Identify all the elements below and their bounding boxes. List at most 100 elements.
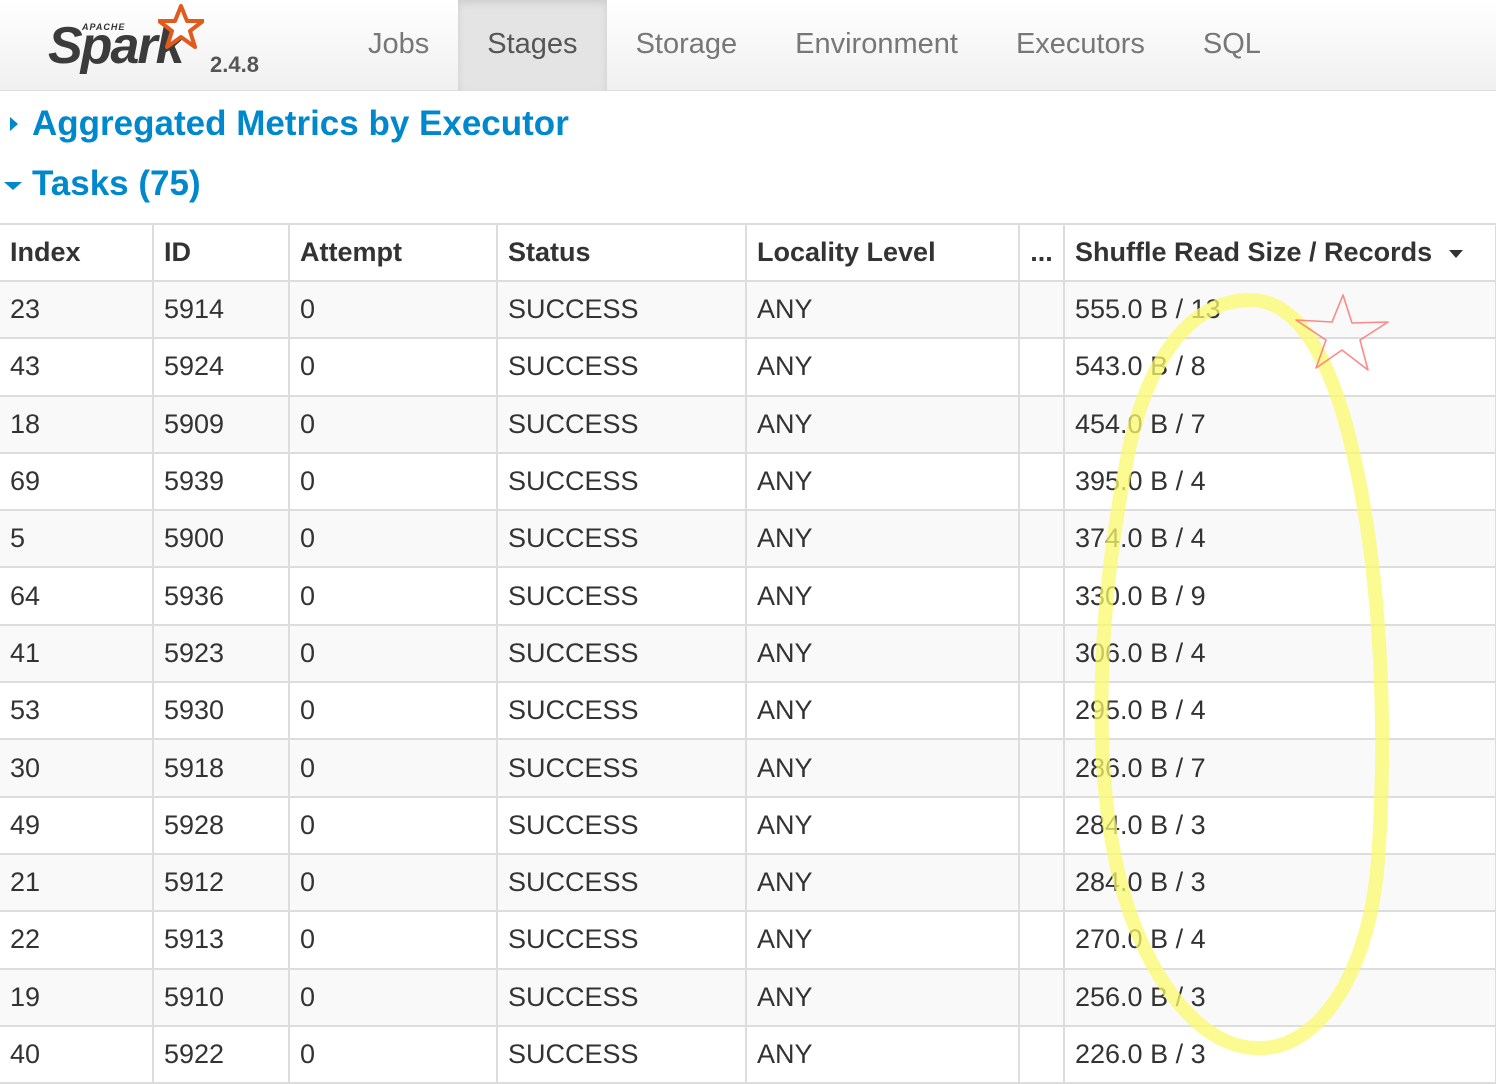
cell-attempt: 0 (289, 911, 498, 970)
cell-status: SUCCESS (497, 968, 747, 1027)
cell-index: 23 (0, 281, 154, 340)
cell-shuffle-read: 555.0 B / 13 (1064, 281, 1496, 340)
cell-status: SUCCESS (497, 395, 747, 454)
table-row: 40 5922 0 SUCCESS ANY 226.0 B / 3 (0, 1025, 1496, 1084)
cell-attempt: 0 (289, 1025, 498, 1084)
cell-attempt: 0 (289, 510, 498, 569)
table-row: 49 5928 0 SUCCESS ANY 284.0 B / 3 (0, 796, 1496, 855)
table-row: 64 5936 0 SUCCESS ANY 330.0 B / 9 (0, 567, 1496, 626)
cell-index: 69 (0, 452, 154, 512)
aggregated-metrics-toggle[interactable]: Aggregated Metrics by Executor (4, 104, 569, 144)
top-navbar: APACHE Spark 2.4.8 Jobs Stages Storage Envi… (0, 0, 1496, 91)
cell-shuffle-read: 306.0 B / 4 (1064, 624, 1496, 684)
nav-tab-executors[interactable]: Executors (987, 0, 1174, 91)
cell-attempt: 0 (289, 682, 498, 741)
cell-shuffle-read: 454.0 B / 7 (1064, 395, 1496, 454)
chevron-right-icon (10, 117, 18, 131)
table-row: 21 5912 0 SUCCESS ANY 284.0 B / 3 (0, 853, 1496, 913)
cell-status: SUCCESS (497, 796, 747, 855)
cell-shuffle-read: 256.0 B / 3 (1064, 968, 1496, 1027)
nav-tab-environment[interactable]: Environment (766, 0, 987, 91)
cell-shuffle-read: 270.0 B / 4 (1064, 911, 1496, 970)
cell-locality-level: ANY (746, 968, 1020, 1027)
cell-locality-level: ANY (746, 624, 1020, 684)
cell-shuffle-read: 395.0 B / 4 (1064, 452, 1496, 512)
tasks-toggle[interactable]: Tasks (75) (4, 164, 201, 204)
cell-hidden (1019, 911, 1065, 970)
cell-attempt: 0 (289, 853, 498, 913)
table-row: 19 5910 0 SUCCESS ANY 256.0 B / 3 (0, 968, 1496, 1027)
spark-logo[interactable]: APACHE Spark 2.4.8 (48, 4, 278, 88)
cell-locality-level: ANY (746, 1025, 1020, 1084)
cell-index: 19 (0, 968, 154, 1027)
cell-hidden (1019, 281, 1065, 340)
nav-tab-storage[interactable]: Storage (607, 0, 767, 91)
cell-locality-level: ANY (746, 853, 1020, 913)
cell-hidden (1019, 739, 1065, 798)
cell-shuffle-read: 295.0 B / 4 (1064, 682, 1496, 741)
column-header-status[interactable]: Status (497, 224, 747, 282)
shuffle-read-header-label: Shuffle Read Size / Records (1075, 237, 1433, 267)
cell-status: SUCCESS (497, 624, 747, 684)
cell-shuffle-read: 284.0 B / 3 (1064, 853, 1496, 913)
cell-status: SUCCESS (497, 739, 747, 798)
cell-index: 53 (0, 682, 154, 741)
cell-index: 40 (0, 1025, 154, 1084)
cell-shuffle-read: 284.0 B / 3 (1064, 796, 1496, 855)
cell-locality-level: ANY (746, 338, 1020, 397)
cell-index: 22 (0, 911, 154, 970)
nav-tab-sql[interactable]: SQL (1174, 0, 1290, 91)
cell-status: SUCCESS (497, 281, 747, 340)
cell-hidden (1019, 452, 1065, 512)
cell-index: 41 (0, 624, 154, 684)
cell-id: 5930 (153, 682, 290, 741)
cell-locality-level: ANY (746, 796, 1020, 855)
cell-id: 5900 (153, 510, 290, 569)
cell-shuffle-read: 330.0 B / 9 (1064, 567, 1496, 626)
cell-shuffle-read: 226.0 B / 3 (1064, 1025, 1496, 1084)
cell-locality-level: ANY (746, 911, 1020, 970)
column-header-attempt[interactable]: Attempt (289, 224, 498, 282)
cell-hidden (1019, 510, 1065, 569)
cell-status: SUCCESS (497, 682, 747, 741)
cell-id: 5914 (153, 281, 290, 340)
nav-tab-stages[interactable]: Stages (458, 0, 607, 91)
tasks-table: Index ID Attempt Status Locality Level .… (0, 223, 1496, 1084)
cell-id: 5928 (153, 796, 290, 855)
cell-index: 49 (0, 796, 154, 855)
cell-hidden (1019, 796, 1065, 855)
cell-hidden (1019, 395, 1065, 454)
column-header-locality-level[interactable]: Locality Level (746, 224, 1020, 282)
cell-attempt: 0 (289, 395, 498, 454)
cell-locality-level: ANY (746, 281, 1020, 340)
cell-attempt: 0 (289, 796, 498, 855)
cell-locality-level: ANY (746, 567, 1020, 626)
cell-index: 43 (0, 338, 154, 397)
table-header-row: Index ID Attempt Status Locality Level .… (0, 224, 1496, 282)
cell-index: 30 (0, 739, 154, 798)
cell-attempt: 0 (289, 968, 498, 1027)
column-header-shuffle-read[interactable]: Shuffle Read Size / Records (1064, 224, 1496, 282)
cell-locality-level: ANY (746, 452, 1020, 512)
table-row: 5 5900 0 SUCCESS ANY 374.0 B / 4 (0, 510, 1496, 569)
cell-hidden (1019, 338, 1065, 397)
cell-id: 5922 (153, 1025, 290, 1084)
table-row: 23 5914 0 SUCCESS ANY 555.0 B / 13 (0, 281, 1496, 340)
cell-locality-level: ANY (746, 510, 1020, 569)
cell-shuffle-read: 374.0 B / 4 (1064, 510, 1496, 569)
cell-id: 5909 (153, 395, 290, 454)
cell-locality-level: ANY (746, 682, 1020, 741)
cell-shuffle-read: 543.0 B / 8 (1064, 338, 1496, 397)
cell-attempt: 0 (289, 567, 498, 626)
nav-tab-jobs[interactable]: Jobs (339, 0, 458, 91)
spark-version: 2.4.8 (210, 52, 259, 77)
cell-status: SUCCESS (497, 1025, 747, 1084)
cell-id: 5936 (153, 567, 290, 626)
sort-descending-icon (1449, 249, 1464, 258)
table-row: 41 5923 0 SUCCESS ANY 306.0 B / 4 (0, 624, 1496, 684)
spark-star-icon (158, 4, 204, 49)
cell-locality-level: ANY (746, 739, 1020, 798)
cell-hidden (1019, 1025, 1065, 1084)
column-header-index[interactable]: Index (0, 224, 154, 282)
column-header-id[interactable]: ID (153, 224, 290, 282)
